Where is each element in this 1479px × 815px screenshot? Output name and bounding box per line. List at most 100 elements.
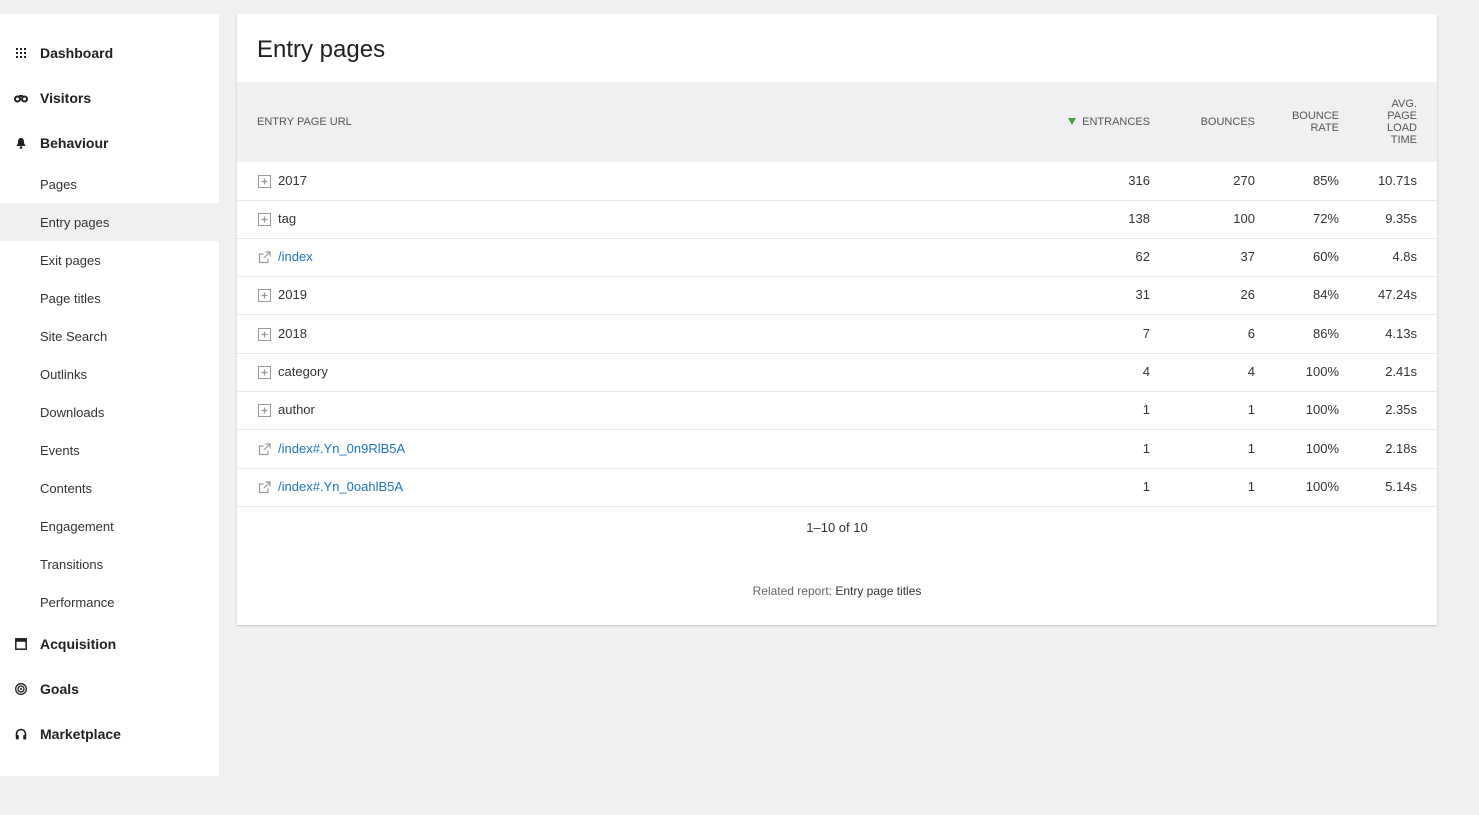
cell-bounce-rate: 72% <box>1312 211 1339 226</box>
table-row[interactable]: /index#.Yn_0n9RlB5A 1 1 100% 2.18s <box>237 430 1437 469</box>
row-label: 2018 <box>257 315 307 353</box>
cell-bounces: 1 <box>1247 402 1255 417</box>
cell-bounces: 37 <box>1240 249 1255 264</box>
sidebar-item-dashboard[interactable]: Dashboard <box>0 35 219 71</box>
sidebar-item-performance[interactable]: Performance <box>0 583 219 621</box>
cell-bounce-rate: 100% <box>1305 441 1339 456</box>
cell-load-time: 47.24s <box>1377 287 1417 302</box>
sidebar-item-label: Outlinks <box>40 366 87 382</box>
external-link-icon[interactable] <box>257 442 271 456</box>
sidebar-item-events[interactable]: Events <box>0 431 219 469</box>
expand-plus-icon[interactable] <box>257 288 271 302</box>
table-row[interactable]: /index#.Yn_0oahlB5A 1 1 100% 5.14s <box>237 468 1437 507</box>
sidebar-item-label: Transitions <box>40 556 104 572</box>
sidebar-item-engagement[interactable]: Engagement <box>0 507 219 545</box>
cell-bounce-rate: 84% <box>1312 287 1339 302</box>
table-row[interactable]: 2017 316 270 85% 10.71s <box>237 162 1437 201</box>
cell-bounce-rate: 60% <box>1312 249 1339 264</box>
related-report-prefix: Related report: <box>752 584 836 598</box>
expand-plus-icon[interactable] <box>257 403 271 417</box>
row-label-text: 2017 <box>278 173 307 188</box>
cell-bounces: 100 <box>1233 211 1255 226</box>
sidebar-item-visitors[interactable]: Visitors <box>0 80 219 116</box>
sidebar-item-contents[interactable]: Contents <box>0 469 219 507</box>
table-header: ENTRY PAGE URL ENTRANCES BOUNCES BOUNCE R… <box>237 82 1437 162</box>
cell-bounces: 26 <box>1240 287 1255 302</box>
table-row[interactable]: author 1 1 100% 2.35s <box>237 391 1437 430</box>
row-label: tag <box>257 200 296 238</box>
report-card: Entry pages ENTRY PAGE URL ENTRANCES BOU… <box>237 14 1437 625</box>
cell-entrances: 316 <box>1128 173 1150 188</box>
row-label-text: author <box>278 402 315 417</box>
column-header-entrances[interactable]: ENTRANCES <box>1057 116 1150 128</box>
related-report-link[interactable]: Entry page titles <box>835 584 921 598</box>
sidebar-item-acquisition[interactable]: Acquisition <box>0 626 219 662</box>
sidebar-item-site-search[interactable]: Site Search <box>0 317 219 355</box>
binoculars-icon <box>14 91 28 105</box>
row-label-text: 2019 <box>278 287 307 302</box>
bell-icon <box>14 136 28 150</box>
cell-bounces: 6 <box>1247 326 1255 341</box>
sidebar-item-pages[interactable]: Pages <box>0 165 219 203</box>
sidebar-item-transitions[interactable]: Transitions <box>0 545 219 583</box>
column-header-bounce-rate[interactable]: BOUNCE RATE <box>1277 110 1339 134</box>
cell-load-time: 2.35s <box>1385 402 1417 417</box>
table-row[interactable]: tag 138 100 72% 9.35s <box>237 200 1437 239</box>
sidebar-item-page-titles[interactable]: Page titles <box>0 279 219 317</box>
sidebar-item-label: Entry pages <box>40 214 110 230</box>
expand-plus-icon[interactable] <box>257 174 271 188</box>
external-link-icon[interactable] <box>257 250 271 264</box>
cell-bounces: 270 <box>1233 173 1255 188</box>
column-header-avg-page-load-time[interactable]: AVG. PAGE LOAD TIME <box>1357 98 1417 146</box>
cell-entrances: 62 <box>1135 249 1150 264</box>
row-link[interactable]: /index <box>278 238 313 276</box>
sidebar-item-downloads[interactable]: Downloads <box>0 393 219 431</box>
sidebar-item-outlinks[interactable]: Outlinks <box>0 355 219 393</box>
sidebar-item-label: Exit pages <box>40 252 101 268</box>
sidebar-item-label: Page titles <box>40 290 101 306</box>
sidebar-item-marketplace[interactable]: Marketplace <box>0 716 219 752</box>
cell-entrances: 1 <box>1142 479 1150 494</box>
sidebar-section-label: Dashboard <box>40 45 114 61</box>
cell-entrances: 1 <box>1142 441 1150 456</box>
cell-entrances: 1 <box>1142 402 1150 417</box>
calendar-icon <box>14 637 28 651</box>
target-icon <box>14 682 28 696</box>
external-link-icon[interactable] <box>257 480 271 494</box>
expand-plus-icon[interactable] <box>257 365 271 379</box>
row-label: /index#.Yn_0oahlB5A <box>257 468 403 506</box>
sidebar-item-entry-pages[interactable]: Entry pages <box>0 203 219 241</box>
expand-plus-icon[interactable] <box>257 212 271 226</box>
cell-bounces: 4 <box>1247 364 1255 379</box>
cell-load-time: 5.14s <box>1385 479 1417 494</box>
row-label: /index#.Yn_0n9RlB5A <box>257 430 405 468</box>
sidebar-item-goals[interactable]: Goals <box>0 671 219 707</box>
expand-plus-icon[interactable] <box>257 327 271 341</box>
table-row[interactable]: 2019 31 26 84% 47.24s <box>237 276 1437 315</box>
cell-entrances: 138 <box>1128 211 1150 226</box>
sidebar-section-label: Goals <box>40 681 79 697</box>
row-link[interactable]: /index#.Yn_0n9RlB5A <box>278 430 405 468</box>
row-link[interactable]: /index#.Yn_0oahlB5A <box>278 468 403 506</box>
cell-bounce-rate: 100% <box>1305 364 1339 379</box>
row-label: 2017 <box>257 162 307 200</box>
related-report: Related report: Entry page titles <box>237 584 1437 598</box>
column-header-entry-page-url[interactable]: ENTRY PAGE URL <box>257 116 352 128</box>
sidebar-section-label: Acquisition <box>40 636 117 652</box>
table-row[interactable]: category 4 4 100% 2.41s <box>237 353 1437 392</box>
sidebar-item-label: Engagement <box>40 518 114 534</box>
sidebar-item-label: Site Search <box>40 328 108 344</box>
sidebar-item-behaviour[interactable]: Behaviour <box>0 125 219 161</box>
pagination-info: 1–10 of 10 <box>806 520 868 535</box>
row-label: category <box>257 353 328 391</box>
cell-bounce-rate: 100% <box>1305 479 1339 494</box>
table-row[interactable]: /index 62 37 60% 4.8s <box>237 238 1437 277</box>
cell-entrances: 31 <box>1135 287 1150 302</box>
row-label-text: category <box>278 364 328 379</box>
sidebar-item-exit-pages[interactable]: Exit pages <box>0 241 219 279</box>
row-label-text: tag <box>278 211 297 226</box>
column-header-bounces[interactable]: BOUNCES <box>1167 116 1255 128</box>
table-row[interactable]: 2018 7 6 86% 4.13s <box>237 315 1437 354</box>
cell-bounce-rate: 86% <box>1312 326 1339 341</box>
cell-load-time: 4.8s <box>1392 249 1417 264</box>
